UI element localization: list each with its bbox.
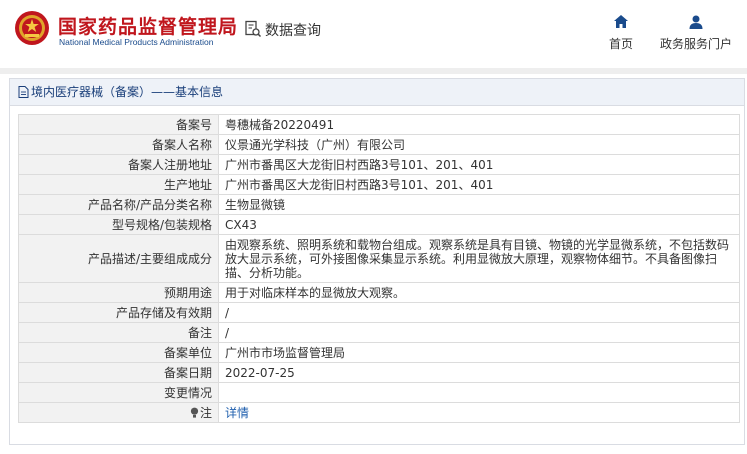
breadcrumb-text: 境内医疗器械（备案）——基本信息: [31, 85, 224, 99]
field-label: 产品名称/产品分类名称: [18, 194, 219, 215]
table-row: 备案单位 广州市市场监督管理局: [18, 342, 740, 363]
site-subtitle: National Medical Products Administration: [59, 37, 214, 47]
table-row-note: 注 详情: [18, 402, 740, 423]
note-label-cell: 注: [18, 402, 219, 423]
table-row: 产品名称/产品分类名称 生物显微镜: [18, 194, 740, 215]
data-query-label: 数据查询: [265, 23, 321, 39]
site-header: 国家药品监督管理局 National Medical Products Admi…: [0, 0, 747, 68]
record-panel: 境内医疗器械（备案）——基本信息 备案号 粤穗械备20220491 备案人名称 …: [9, 78, 745, 445]
field-label: 产品存储及有效期: [18, 302, 219, 323]
national-emblem-icon: [15, 11, 49, 45]
table-row: 备案人注册地址 广州市番禺区大龙街旧村西路3号101、201、401: [18, 154, 740, 175]
search-document-icon: [245, 20, 262, 38]
table-row: 型号规格/包装规格 CX43: [18, 214, 740, 235]
table-row: 生产地址 广州市番禺区大龙街旧村西路3号101、201、401: [18, 174, 740, 195]
field-label: 变更情况: [18, 382, 219, 403]
field-label: 产品描述/主要组成成分: [18, 234, 219, 283]
field-label: 预期用途: [18, 282, 219, 303]
field-value: 广州市番禺区大龙街旧村西路3号101、201、401: [218, 154, 740, 175]
field-label: 型号规格/包装规格: [18, 214, 219, 235]
field-label: 备注: [18, 322, 219, 343]
field-value: 用于对临床样本的显微放大观察。: [218, 282, 740, 303]
table-row: 产品描述/主要组成成分 由观察系统、照明系统和载物台组成。观察系统是具有目镜、物…: [18, 234, 740, 283]
header-divider: [0, 68, 747, 74]
nav-gov-label: 政务服务门户: [659, 37, 732, 51]
nav-home[interactable]: 首页: [604, 14, 638, 52]
field-value: 2022-07-25: [218, 362, 740, 383]
record-table: 备案号 粤穗械备20220491 备案人名称 仪景通光学科技（广州）有限公司 备…: [18, 114, 740, 423]
field-value: CX43: [218, 214, 740, 235]
nav-home-label: 首页: [608, 37, 633, 51]
note-value-cell: 详情: [218, 402, 740, 423]
details-link[interactable]: 详情: [225, 406, 249, 420]
field-value: 仪景通光学科技（广州）有限公司: [218, 134, 740, 155]
field-value: 生物显微镜: [218, 194, 740, 215]
document-icon: [18, 86, 29, 98]
field-value: /: [218, 322, 740, 343]
field-value: [218, 382, 740, 403]
field-label: 备案人注册地址: [18, 154, 219, 175]
home-icon: [614, 15, 628, 28]
field-value: /: [218, 302, 740, 323]
user-icon: [689, 15, 703, 29]
field-label: 备案单位: [18, 342, 219, 363]
table-row: 备案人名称 仪景通光学科技（广州）有限公司: [18, 134, 740, 155]
table-row: 备案日期 2022-07-25: [18, 362, 740, 383]
site-title[interactable]: 国家药品监督管理局: [58, 12, 238, 39]
table-row: 备案号 粤穗械备20220491: [18, 114, 740, 135]
table-row: 预期用途 用于对临床样本的显微放大观察。: [18, 282, 740, 303]
note-label: 注: [199, 405, 212, 420]
table-row: 备注 /: [18, 322, 740, 343]
field-label: 生产地址: [18, 174, 219, 195]
breadcrumb: 境内医疗器械（备案）——基本信息: [10, 79, 744, 106]
data-query-link[interactable]: 数据查询: [244, 20, 321, 40]
field-value: 由观察系统、照明系统和载物台组成。观察系统是具有目镜、物镜的光学显微系统，不包括…: [218, 234, 740, 283]
lightbulb-icon: [190, 407, 199, 418]
field-value: 粤穗械备20220491: [218, 114, 740, 135]
nav-gov-service[interactable]: 政务服务门户: [656, 14, 736, 52]
table-row: 变更情况: [18, 382, 740, 403]
field-value: 广州市番禺区大龙街旧村西路3号101、201、401: [218, 174, 740, 195]
field-label: 备案号: [18, 114, 219, 135]
field-label: 备案人名称: [18, 134, 219, 155]
field-value: 广州市市场监督管理局: [218, 342, 740, 363]
table-row: 产品存储及有效期 /: [18, 302, 740, 323]
field-label: 备案日期: [18, 362, 219, 383]
